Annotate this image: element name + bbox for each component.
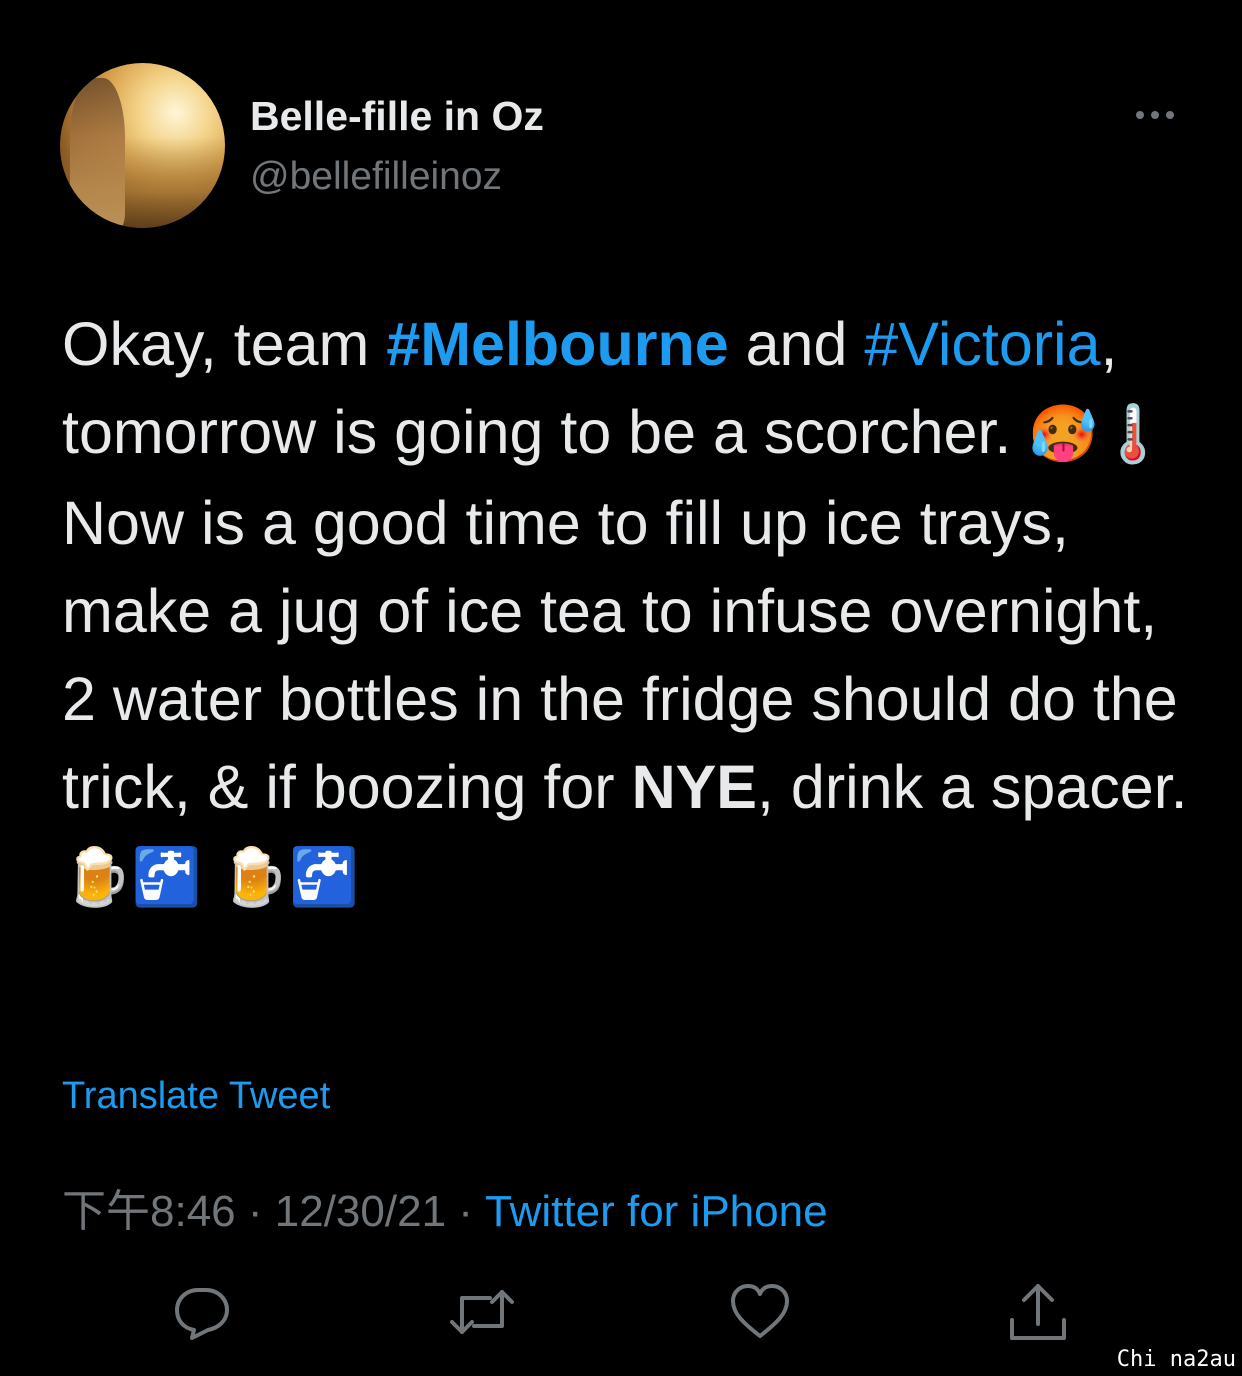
meta-separator: · xyxy=(247,1187,263,1236)
tweet-text-segment: , drink a spacer. xyxy=(757,753,1188,821)
retweet-icon xyxy=(450,1290,514,1334)
tweet-text: Okay, team #Melbourne and #Victoria, tom… xyxy=(62,300,1202,922)
tweet-text-segment: Okay, team xyxy=(62,310,387,378)
share-button[interactable] xyxy=(1006,1280,1070,1344)
tweet-text-bold-nye: NYE xyxy=(631,753,757,821)
translate-tweet-link[interactable]: Translate Tweet xyxy=(62,1075,330,1118)
retweet-button[interactable] xyxy=(446,1280,514,1344)
hashtag-victoria-link[interactable]: #Victoria xyxy=(864,310,1100,378)
avatar-person-figure xyxy=(70,78,125,228)
tweet-text-segment: and xyxy=(728,310,865,378)
like-button[interactable] xyxy=(728,1280,792,1344)
more-dot-icon xyxy=(1166,111,1174,119)
more-dot-icon xyxy=(1151,111,1159,119)
share-icon xyxy=(1010,1284,1066,1340)
author-handle[interactable]: @bellefilleinoz xyxy=(250,155,502,199)
reply-button[interactable] xyxy=(170,1280,234,1344)
tweet-meta: 下午8:46 · 12/30/21 · Twitter for iPhone xyxy=(62,1175,828,1239)
beer-water-emoji: 🍺🚰 🍺🚰 xyxy=(62,845,359,910)
author-display-name[interactable]: Belle-fille in Oz xyxy=(250,93,544,140)
reply-icon xyxy=(175,1288,229,1340)
watermark-text: Chi na2au xyxy=(1116,1347,1236,1372)
hashtag-melbourne-link[interactable]: #Melbourne xyxy=(386,310,728,378)
more-options-button[interactable] xyxy=(1130,100,1180,130)
meta-separator: · xyxy=(458,1187,473,1236)
tweet-source-link[interactable]: Twitter for iPhone xyxy=(485,1187,827,1236)
tweet-date[interactable]: 12/30/21 xyxy=(275,1187,446,1236)
heart-icon xyxy=(731,1284,789,1338)
more-dot-icon xyxy=(1136,111,1144,119)
tweet-time[interactable]: 下午8:46 xyxy=(62,1187,236,1236)
hot-face-thermometer-emoji: 🥵🌡️ xyxy=(1028,402,1168,467)
avatar[interactable] xyxy=(60,63,225,228)
